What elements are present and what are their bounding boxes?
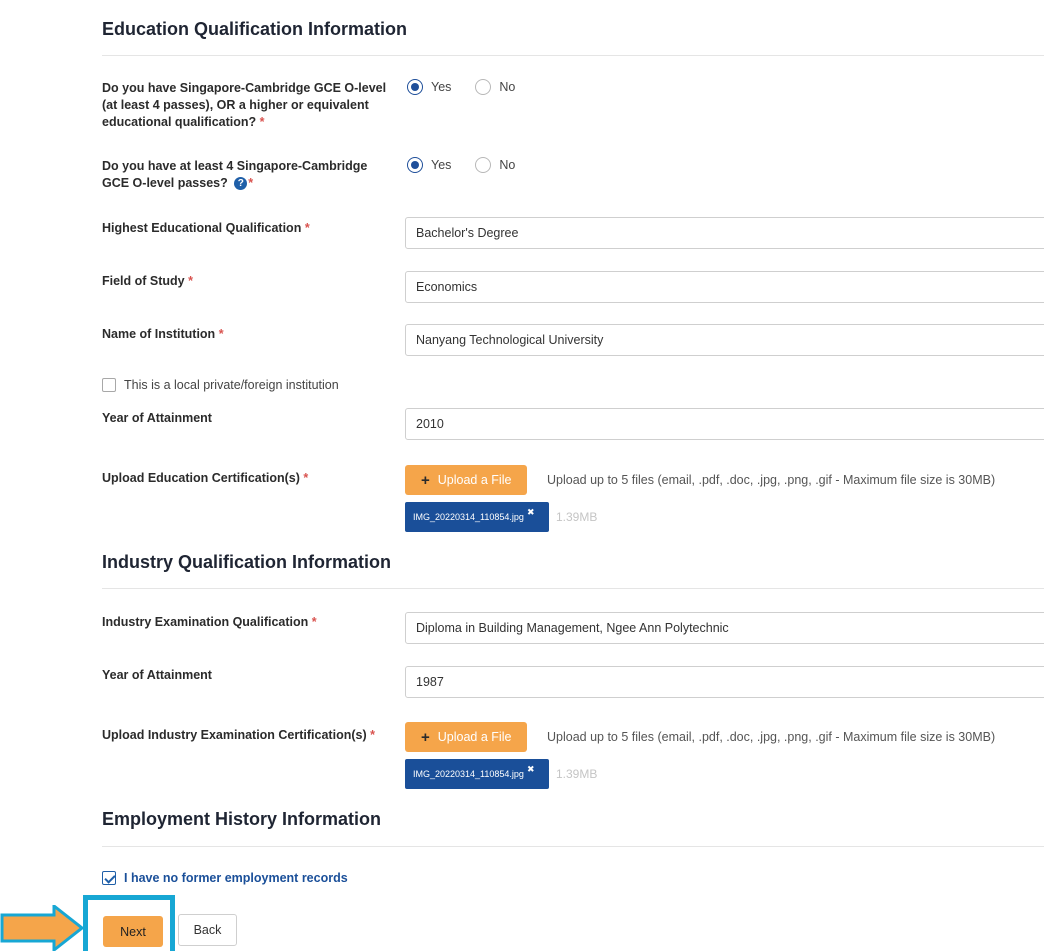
highest-qualification-label: Highest Educational Qualification * [102,220,392,237]
upload-button-label: Upload a File [437,473,512,487]
industry-file-name: IMG_20220314_110854.jpg [413,769,524,779]
institution-input[interactable] [405,324,1044,356]
radio-selected-icon [407,157,423,173]
education-divider [102,55,1044,56]
industry-qualification-label-text: Industry Examination Qualification [102,615,309,629]
upload-button-label: Upload a File [437,730,512,744]
field-of-study-label: Field of Study * [102,273,392,290]
upload-education-hint: Upload up to 5 files (email, .pdf, .doc,… [547,473,996,487]
help-icon[interactable]: ? [234,177,248,191]
q2-yes-radio[interactable]: Yes [407,157,451,173]
q1-no-label: No [499,80,516,94]
checkbox-checked-icon [102,871,116,885]
required-mark: * [311,615,317,629]
local-private-institution-label: This is a local private/foreign institut… [124,378,339,392]
radio-unselected-icon [475,157,492,173]
required-mark: * [304,221,310,235]
q1-no-radio[interactable]: No [475,79,515,95]
local-private-institution-checkbox[interactable]: This is a local private/foreign institut… [102,378,339,392]
field-of-study-label-text: Field of Study [102,274,185,288]
industry-file-size: 1.39MB [556,767,598,781]
education-section-title: Education Qualification Information [102,19,408,39]
education-file-size: 1.39MB [556,510,598,524]
upload-industry-label-text: Upload Industry Examination Certificatio… [102,728,367,742]
institution-label-text: Name of Institution [102,327,216,341]
year-of-attainment-input[interactable] [405,408,1044,440]
remove-file-icon[interactable]: ✖ [527,764,535,775]
industry-year-label: Year of Attainment [102,668,212,682]
required-mark: * [303,471,309,485]
no-employment-records-checkbox[interactable]: I have no former employment records [102,871,348,885]
next-button[interactable]: Next [103,916,163,947]
industry-divider [102,588,1044,589]
back-button[interactable]: Back [178,914,237,946]
industry-qualification-label: Industry Examination Qualification * [102,614,392,631]
plus-icon: + [421,471,430,489]
q2-no-label: No [499,158,516,172]
required-mark: * [218,327,224,341]
highest-qualification-input[interactable] [405,217,1044,249]
upload-industry-button[interactable]: + Upload a File [405,722,528,752]
q2-radio-group: Yes No [407,157,515,173]
checkbox-unchecked-icon [102,378,116,392]
q2-yes-label: Yes [431,158,452,172]
upload-education-label: Upload Education Certification(s) * [102,470,392,487]
remove-file-icon[interactable]: ✖ [527,507,535,518]
q1-label: Do you have Singapore-Cambridge GCE O-le… [102,80,392,131]
year-of-attainment-label: Year of Attainment [102,411,212,425]
q1-yes-label: Yes [431,80,452,94]
q1-yes-radio[interactable]: Yes [407,79,451,95]
q2-required-mark: * [248,176,254,190]
required-mark: * [188,274,193,288]
no-employment-records-label: I have no former employment records [124,871,348,885]
radio-unselected-icon [475,79,492,95]
education-file-name: IMG_20220314_110854.jpg [413,512,524,522]
required-mark: * [370,728,375,742]
employment-section-title: Employment History Information [102,809,382,829]
employment-divider [102,846,1044,847]
upload-industry-hint: Upload up to 5 files (email, .pdf, .doc,… [547,730,996,744]
upload-education-label-text: Upload Education Certification(s) [102,471,300,485]
education-file-chip[interactable]: IMG_20220314_110854.jpg ✖ [405,502,549,532]
industry-file-chip[interactable]: IMG_20220314_110854.jpg ✖ [405,759,549,789]
pointer-arrow-icon [0,905,84,951]
plus-icon: + [421,728,430,746]
industry-qualification-input[interactable] [405,612,1044,644]
q1-label-text: Do you have Singapore-Cambridge GCE O-le… [102,81,387,129]
q1-radio-group: Yes No [407,79,515,95]
q2-label: Do you have at least 4 Singapore-Cambrid… [102,158,392,192]
upload-industry-label: Upload Industry Examination Certificatio… [102,727,392,744]
q2-no-radio[interactable]: No [475,157,515,173]
institution-label: Name of Institution * [102,326,392,343]
q1-required-mark: * [259,115,265,129]
industry-year-input[interactable] [405,666,1044,698]
field-of-study-input[interactable] [405,271,1044,303]
radio-selected-icon [407,79,423,95]
upload-education-button[interactable]: + Upload a File [405,465,528,495]
highest-qualification-label-text: Highest Educational Qualification [102,221,302,235]
industry-section-title: Industry Qualification Information [102,552,392,572]
